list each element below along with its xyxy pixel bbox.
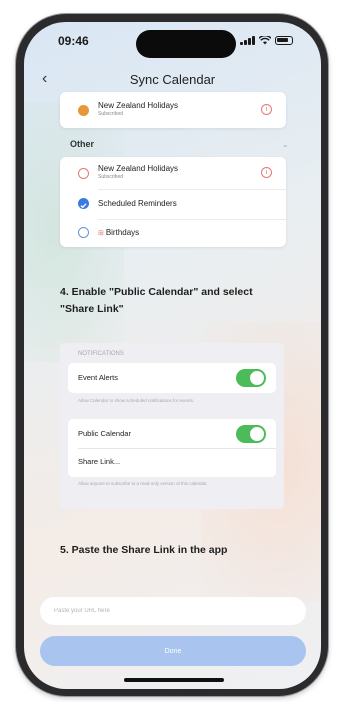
settings-group-public: Public Calendar Share Link... bbox=[68, 419, 276, 477]
calendar-name: ⊞ Birthdays bbox=[98, 228, 140, 237]
settings-group-alerts: Event Alerts bbox=[68, 363, 276, 393]
page-title: Sync Calendar bbox=[129, 72, 216, 87]
signal-icon bbox=[240, 36, 255, 45]
dynamic-island bbox=[136, 30, 236, 58]
calendar-status: Subscribed bbox=[98, 111, 124, 117]
share-link-option[interactable]: Share Link... bbox=[78, 457, 120, 466]
calendar-status: Subscribed bbox=[98, 174, 124, 180]
wifi-icon bbox=[259, 36, 271, 45]
nav-bar: ‹ Sync Calendar bbox=[24, 68, 321, 92]
calendar-card-top: New Zealand Holidays Subscribed i bbox=[60, 92, 286, 128]
event-alerts-note: Allow Calendar to show scheduled notific… bbox=[78, 398, 195, 403]
public-calendar-note: Allow anyone to subscribe to a read-only… bbox=[78, 481, 208, 486]
gift-icon: ⊞ bbox=[98, 230, 106, 237]
calendar-row[interactable]: ⊞ Birthdays bbox=[60, 220, 286, 246]
calendar-color-dot bbox=[78, 168, 89, 179]
status-icons bbox=[240, 36, 293, 45]
calendar-row[interactable]: New Zealand Holidays Subscribed i bbox=[60, 98, 286, 124]
battery-icon bbox=[275, 36, 293, 45]
event-alerts-toggle[interactable] bbox=[236, 369, 266, 387]
info-icon[interactable]: i bbox=[261, 104, 272, 115]
step4-heading: 4. Enable "Public Calendar" and select "… bbox=[60, 286, 253, 315]
info-icon[interactable]: i bbox=[261, 167, 272, 178]
public-calendar-label: Public Calendar bbox=[78, 429, 131, 438]
section-label-other: Other bbox=[70, 139, 95, 149]
event-alerts-label: Event Alerts bbox=[78, 373, 119, 382]
done-button[interactable]: Done bbox=[40, 636, 306, 666]
share-link-input[interactable] bbox=[40, 597, 306, 625]
public-calendar-toggle[interactable] bbox=[236, 425, 266, 443]
calendar-row[interactable]: Scheduled Reminders bbox=[60, 191, 286, 217]
calendar-row[interactable]: New Zealand Holidays Subscribed i bbox=[60, 161, 286, 187]
home-indicator bbox=[124, 678, 224, 682]
status-time: 09:46 bbox=[58, 34, 89, 48]
status-bar: 09:46 bbox=[24, 22, 321, 62]
calendar-name: Scheduled Reminders bbox=[98, 199, 177, 208]
step5-heading: 5. Paste the Share Link in the app bbox=[60, 544, 228, 556]
calendar-card-other: New Zealand Holidays Subscribed i Schedu… bbox=[60, 157, 286, 247]
chevron-down-icon[interactable]: ⌄ bbox=[282, 140, 289, 149]
calendar-color-dot bbox=[78, 227, 89, 238]
phone-screen: 09:46 ‹ Sync Calendar New Zealand Holida… bbox=[24, 22, 321, 689]
calendar-color-dot bbox=[78, 105, 89, 116]
calendar-check-icon bbox=[78, 198, 89, 209]
settings-header: NOTIFICATIONS bbox=[78, 351, 124, 357]
calendar-name: New Zealand Holidays bbox=[98, 164, 179, 173]
calendar-name: New Zealand Holidays bbox=[98, 101, 179, 110]
settings-illustration: NOTIFICATIONS Event Alerts Allow Calenda… bbox=[60, 343, 284, 509]
